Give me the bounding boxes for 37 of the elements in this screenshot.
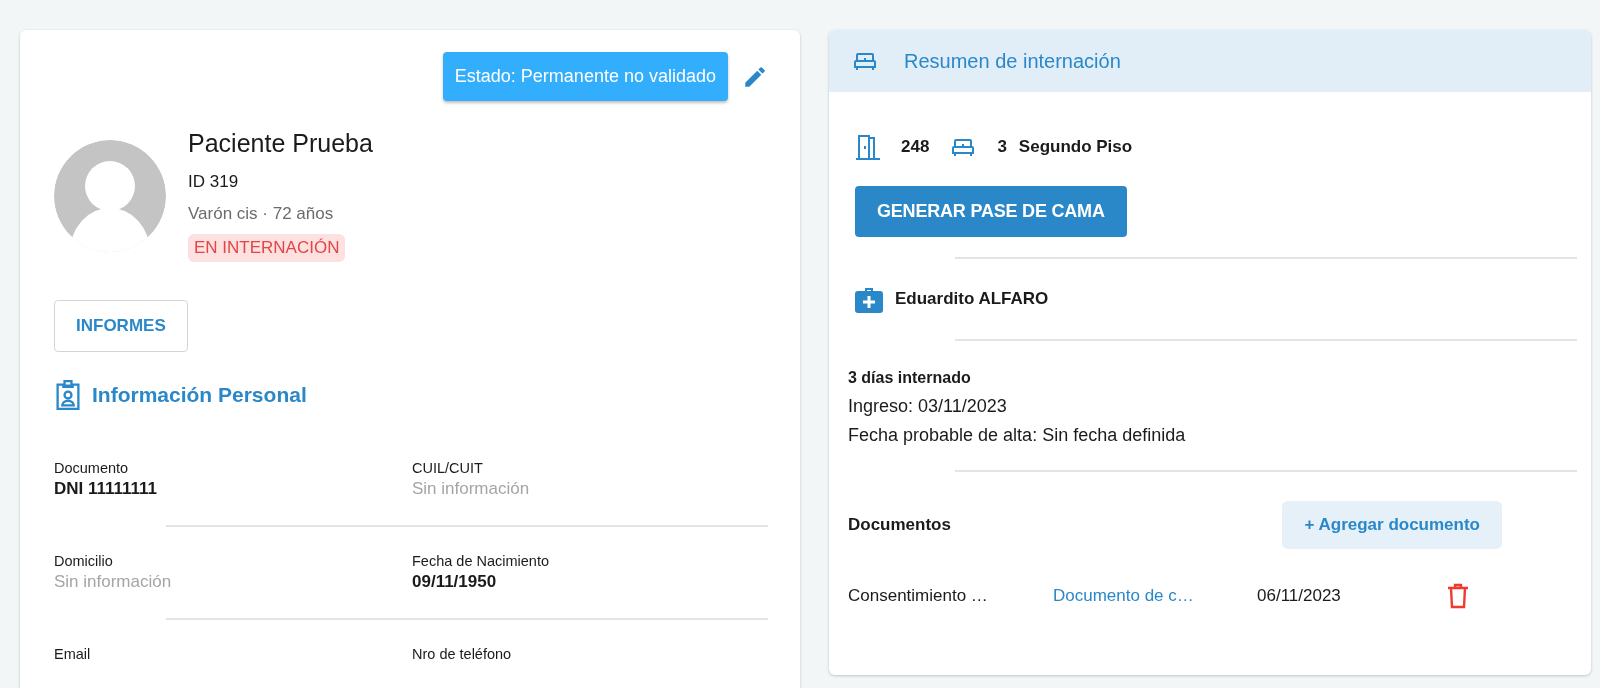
id-badge-icon — [54, 380, 82, 410]
door-icon — [855, 134, 881, 160]
status-button[interactable]: Estado: Permanente no validado — [442, 52, 728, 101]
doctor-name: Eduardito ALFARO — [895, 289, 1049, 309]
field-label: Domicilio — [54, 553, 113, 569]
field-value: Sin información — [54, 572, 172, 592]
patient-name: Paciente Prueba — [188, 129, 373, 158]
room-number: 248 — [901, 137, 930, 157]
medical-kit-icon — [855, 285, 883, 313]
patient-id: ID 319 — [188, 172, 239, 192]
field-value: 09/11/1950 — [412, 572, 497, 592]
admission-date: Ingreso: 03/11/2023 — [848, 395, 1007, 418]
bed-number: 3 — [997, 137, 1007, 157]
status-badge: EN INTERNACIÓN — [188, 234, 346, 262]
field-label: Documento — [54, 460, 129, 476]
bed-icon — [951, 137, 976, 157]
field-label: Email — [54, 646, 91, 662]
patient-details: Varón cis · 72 años — [188, 204, 334, 224]
delete-icon[interactable] — [1447, 583, 1469, 609]
bed-pass-button[interactable]: GENERAR PASE DE CAMA — [855, 186, 1127, 237]
discharge-date: Fecha probable de alta: Sin fecha definida — [848, 424, 1186, 447]
days-admitted: 3 días internado — [848, 368, 971, 388]
reports-button[interactable]: INFORMES — [54, 300, 188, 352]
bed-icon — [853, 51, 877, 71]
summary-title: Resumen de internación — [904, 49, 1121, 73]
field-label: Fecha de Nacimiento — [412, 553, 549, 569]
field-label: CUIL/CUIT — [412, 460, 483, 476]
documents-title: Documentos — [848, 515, 951, 535]
document-date: 06/11/2023 — [1257, 586, 1342, 606]
add-document-button[interactable]: + Agregar documento — [1282, 501, 1502, 549]
document-link[interactable]: Documento de c… — [1053, 586, 1257, 606]
floor-name: Segundo Piso — [1018, 137, 1133, 157]
field-value: Sin información — [412, 479, 530, 499]
field-value: DNI 11111111 — [54, 479, 158, 499]
section-title: Información Personal — [92, 383, 307, 407]
field-label: Nro de teléfono — [412, 646, 512, 662]
document-type: Consentimiento … — [848, 586, 989, 606]
